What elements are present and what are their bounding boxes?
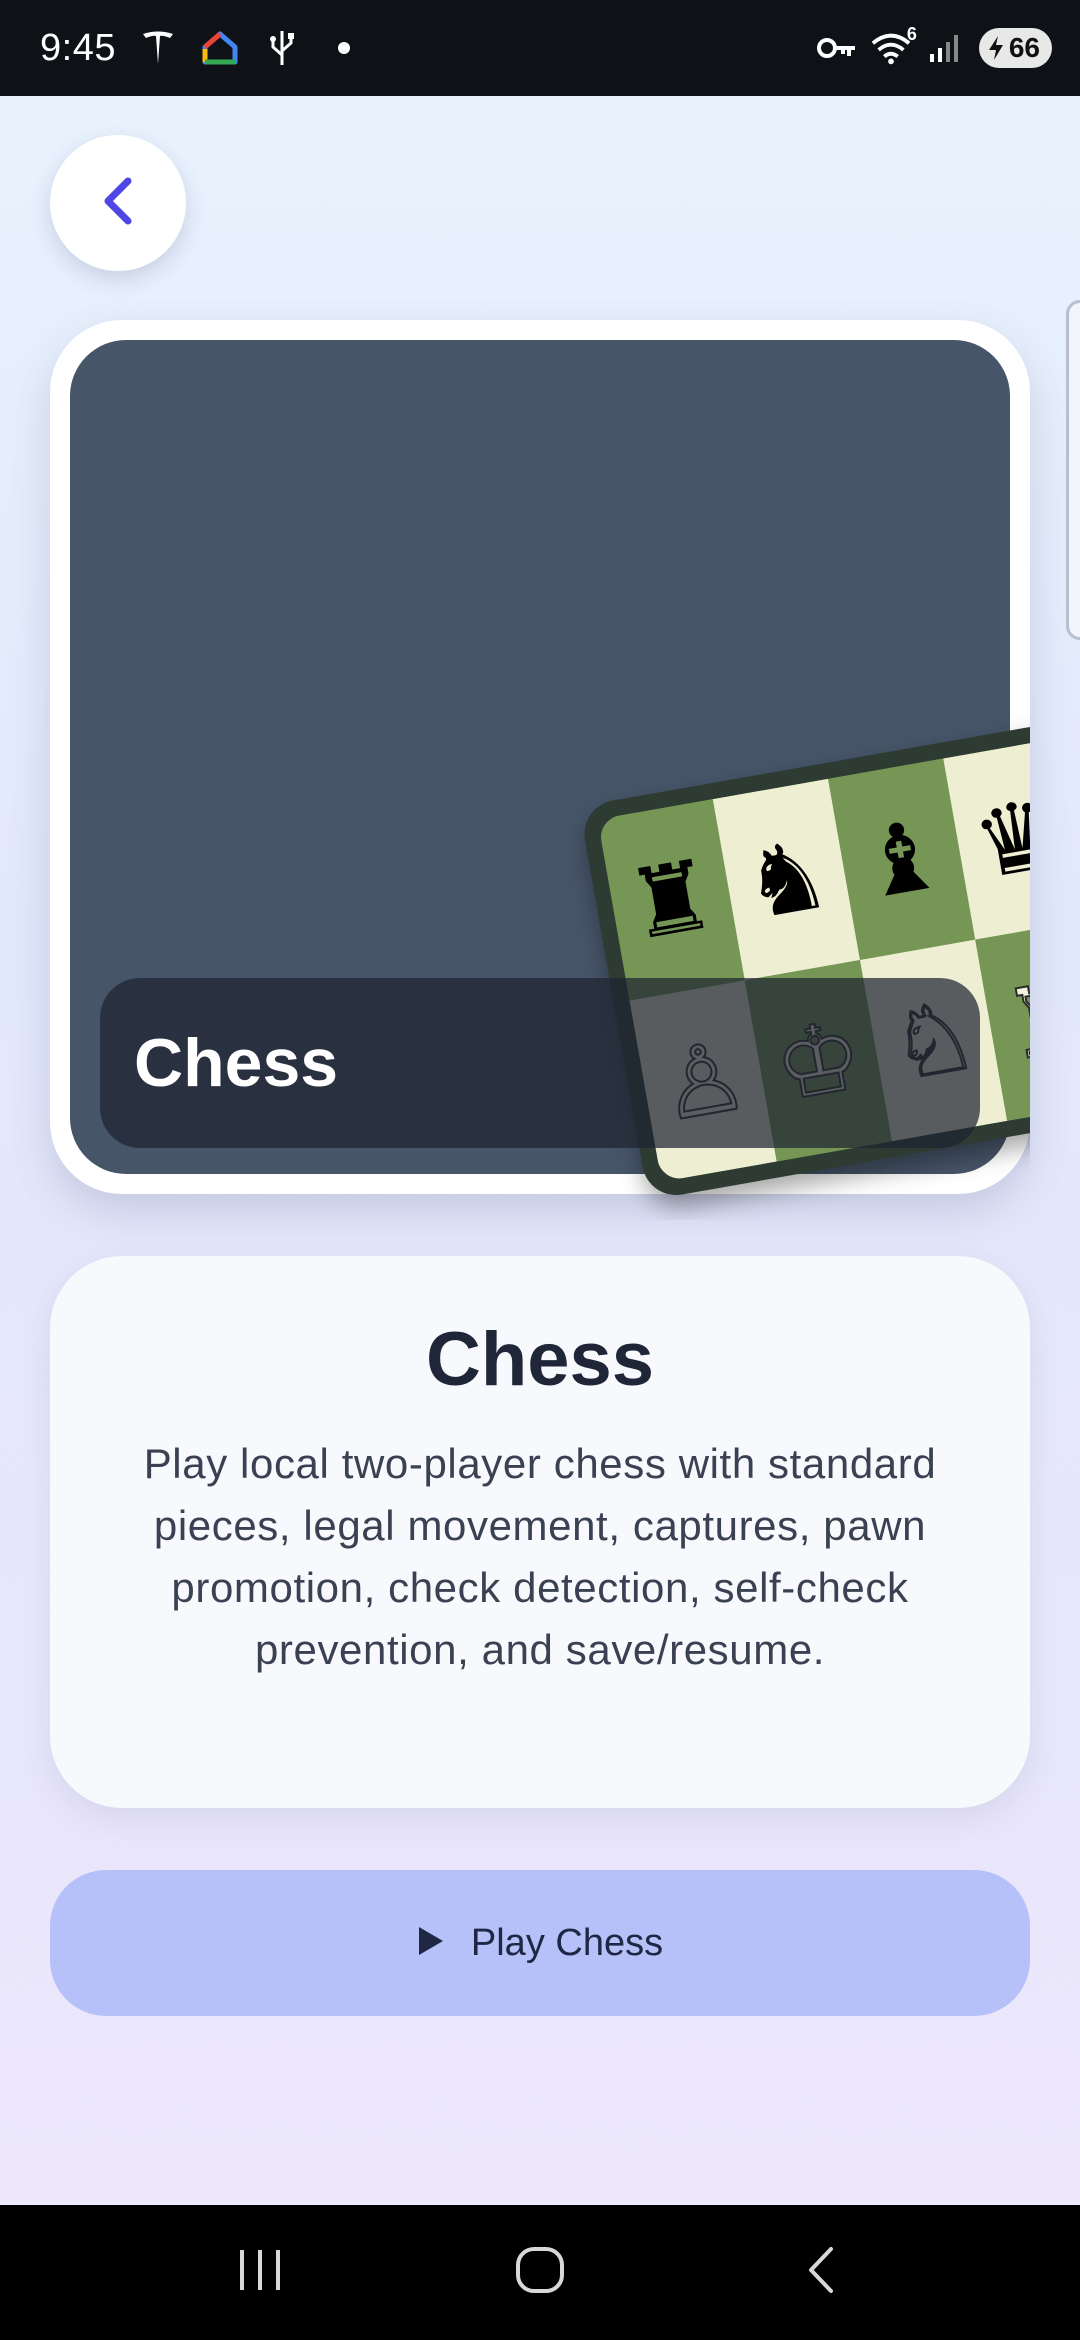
edge-panel-handle[interactable] xyxy=(1066,300,1080,640)
wifi-badge: 6 xyxy=(906,24,917,44)
battery-level: 66 xyxy=(1008,32,1040,63)
wifi-icon: 6 xyxy=(871,24,917,68)
info-card: Chess Play local two-player chess with s… xyxy=(50,1256,1030,1808)
game-description: Play local two-player chess with standar… xyxy=(143,1440,937,1673)
home-icon xyxy=(515,2246,565,2299)
back-button[interactable] xyxy=(50,135,186,271)
hero-title: Chess xyxy=(134,1025,339,1101)
hero-title-bar: Chess xyxy=(100,978,980,1148)
battery-icon: 66 xyxy=(978,28,1052,68)
home-button[interactable] xyxy=(500,2233,580,2313)
play-icon xyxy=(417,1925,445,1962)
recents-icon xyxy=(236,2248,284,2297)
status-time: 9:45 xyxy=(40,26,116,69)
google-home-icon xyxy=(200,28,240,68)
back-icon xyxy=(803,2245,837,2300)
hero-image: Chess xyxy=(70,340,1010,1174)
recents-button[interactable] xyxy=(220,2233,300,2313)
status-bar: 9:45 6 66 xyxy=(0,0,1080,96)
vpn-key-icon xyxy=(816,28,857,68)
hero-card: Chess xyxy=(50,320,1030,1194)
signal-icon xyxy=(925,28,965,68)
tesla-icon xyxy=(138,28,178,68)
play-button-label: Play Chess xyxy=(470,1921,664,1964)
nav-back-button[interactable] xyxy=(780,2233,860,2313)
system-nav-bar xyxy=(0,2205,1080,2340)
dot-icon xyxy=(324,28,364,68)
game-title: Chess xyxy=(425,1317,655,1402)
chevron-left-icon xyxy=(98,175,138,232)
play-chess-button[interactable]: Play Chess xyxy=(50,1870,1030,2016)
usb-icon xyxy=(262,28,302,68)
